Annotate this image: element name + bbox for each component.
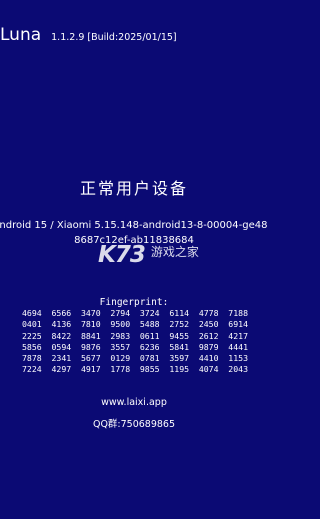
fingerprint-cell: 8422: [51, 330, 72, 341]
fingerprint-row: 7878 2341 5677 0129 0781 3597 4410 1153: [22, 353, 248, 364]
fingerprint-cell: 9879: [198, 341, 219, 352]
fingerprint-cell: 4694: [22, 308, 42, 318]
fingerprint-cell: 3597: [169, 353, 190, 364]
version-label: 1.1.2.9 [Build:2025/01/15]: [51, 32, 177, 43]
fingerprint-cell: 4136: [51, 319, 72, 330]
fingerprint-cell: 3557: [110, 341, 131, 352]
fingerprint-cell: 6236: [139, 341, 160, 352]
fingerprint-cell: 5841: [169, 341, 190, 352]
fingerprint-cell: 2983: [110, 330, 131, 341]
fingerprint-cell: 1778: [110, 364, 131, 375]
fingerprint-cell: 1153: [228, 353, 248, 364]
fingerprint-cell: 9855: [139, 364, 160, 375]
fingerprint-cell: 9876: [80, 341, 101, 352]
fingerprint-cell: 2794: [110, 308, 131, 318]
fingerprint-cell: 4410: [198, 353, 219, 364]
fingerprint-cell: 4297: [51, 364, 72, 375]
fingerprint-cell: 0611: [139, 330, 160, 341]
fingerprint-cell: 9455: [169, 330, 190, 341]
fingerprint-cell: 7878: [22, 353, 42, 364]
fingerprint-cell: 4441: [228, 341, 248, 352]
fingerprint-cell: 7224: [22, 364, 42, 375]
fingerprint-cell: 2752: [169, 319, 190, 330]
fingerprint-row: 4694 6566 3470 2794 3724 6114 4778 7188: [22, 308, 248, 319]
app-name: Luna: [0, 25, 42, 45]
fingerprint-cell: 2612: [198, 330, 219, 341]
qq-group-label: QQ群:750689865: [92, 419, 176, 430]
luna-screen: Luna 1.1.2.9 [Build:2025/01/15] 正常用户设备 A…: [0, 0, 268, 519]
fingerprint-cell: 4917: [80, 364, 101, 375]
fingerprint-cell: 3470: [80, 308, 101, 318]
fingerprint-cell: 0129: [110, 353, 131, 364]
fingerprint-cell: 2043: [228, 364, 248, 375]
device-info: Android 15 / Xiaomi 5.15.148-android13-8…: [0, 218, 268, 248]
fingerprint-label: Fingerprint:: [99, 297, 169, 308]
fingerprint-cell: 9500: [110, 319, 131, 330]
fingerprint-cell: 2450: [198, 319, 219, 330]
fingerprint-cell: 5856: [22, 341, 42, 352]
website-link[interactable]: www.laixi.app: [0, 397, 268, 408]
fingerprint-cell: 3724: [139, 308, 160, 318]
fingerprint-cell: 0781: [139, 353, 160, 364]
fingerprint-row: 5856 0594 9876 3557 6236 5841 9879 4441: [22, 342, 248, 353]
fingerprint-cell: 0401: [22, 319, 42, 330]
device-info-line-2: 8687c12ef-ab11838684: [74, 235, 194, 246]
fingerprint-cell: 6114: [169, 308, 190, 318]
fingerprint-cell: 2341: [51, 353, 72, 364]
fingerprint-cell: 8841: [80, 330, 101, 341]
fingerprint-cell: 5488: [139, 319, 160, 330]
fingerprint-cell: 4217: [228, 330, 248, 341]
fingerprint-cell: 4074: [198, 364, 219, 375]
fingerprint-grid: 4694 6566 3470 2794 3724 6114 4778 7188 …: [22, 308, 248, 376]
fingerprint-cell: 7810: [80, 319, 101, 330]
device-status-label: 正常用户设备: [79, 179, 188, 198]
app-header: Luna 1.1.2.9 [Build:2025/01/15]: [0, 25, 177, 47]
fingerprint-cell: 0594: [51, 341, 72, 352]
fingerprint-cell: 4778: [198, 308, 219, 318]
fingerprint-row: 7224 4297 4917 1778 9855 1195 4074 2043: [22, 364, 248, 375]
fingerprint-cell: 6566: [51, 308, 72, 318]
fingerprint-cell: 1195: [169, 364, 190, 375]
fingerprint-row: 0401 4136 7810 9500 5488 2752 2450 6914: [22, 319, 248, 330]
device-info-line-1: Android 15 / Xiaomi 5.15.148-android13-8…: [0, 220, 268, 231]
fingerprint-cell: 6914: [228, 319, 248, 330]
fingerprint-cell: 2225: [22, 330, 42, 341]
fingerprint-cell: 5677: [80, 353, 101, 364]
fingerprint-cell: 7188: [228, 308, 248, 318]
fingerprint-row: 2225 8422 8841 2983 0611 9455 2612 4217: [22, 331, 248, 342]
